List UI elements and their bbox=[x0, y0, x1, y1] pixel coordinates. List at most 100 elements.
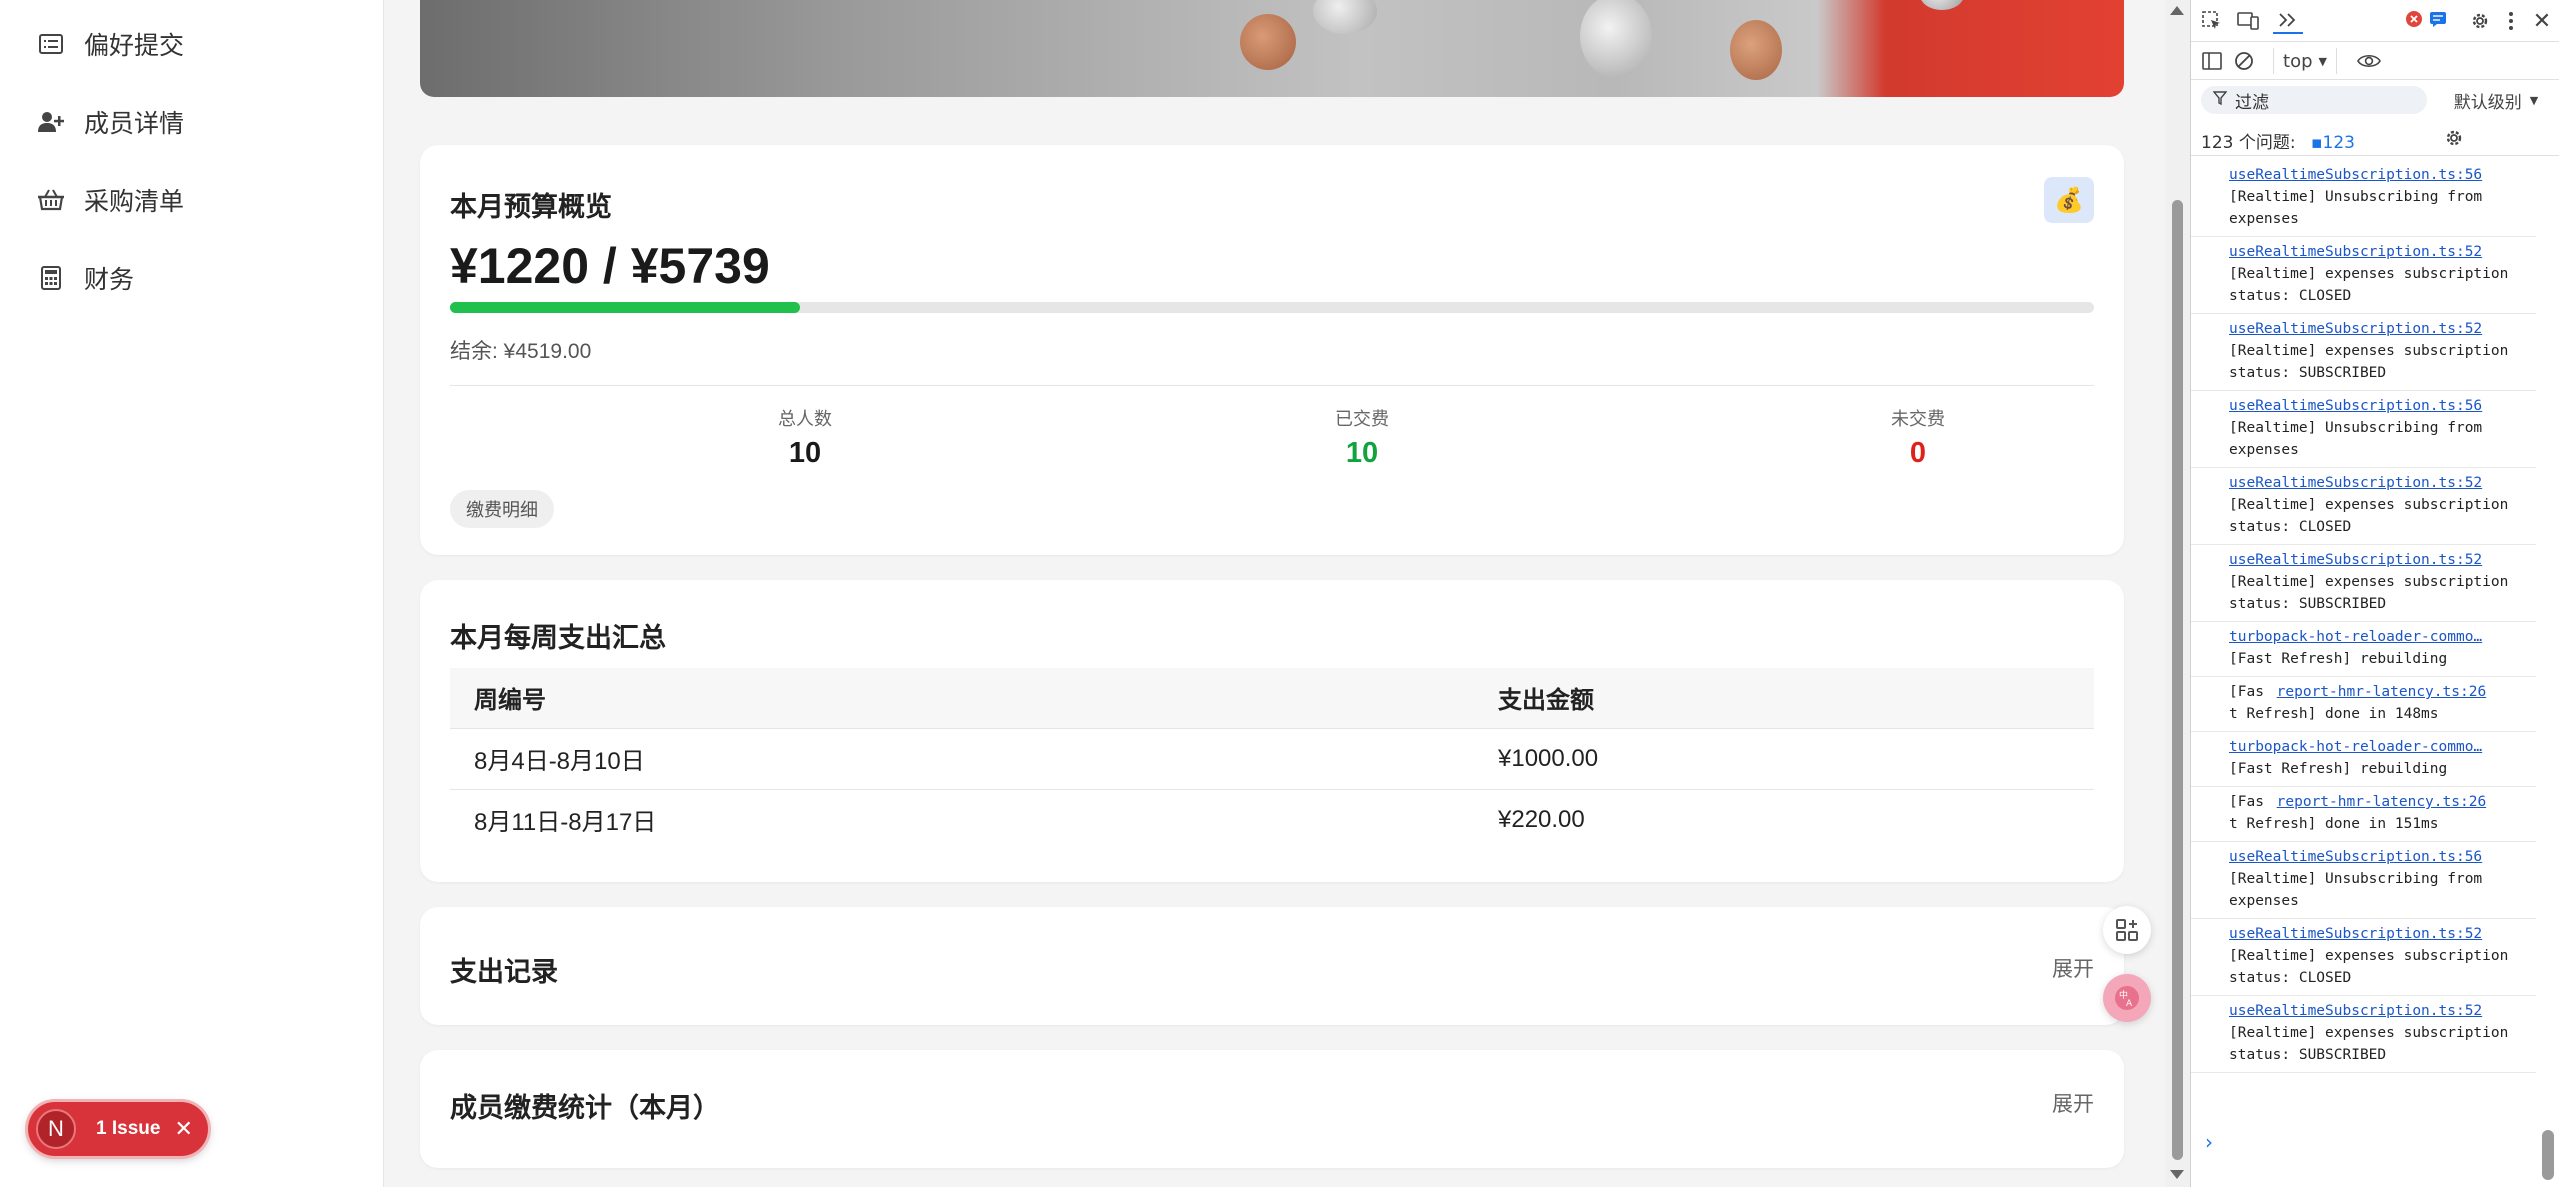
member-payment-card: 成员缴费统计（本月） 展开 bbox=[420, 1050, 2124, 1168]
log-message: [Fast Refresh] rebuilding bbox=[2229, 651, 2448, 667]
nextjs-issue-badge[interactable]: N 1 Issue ✕ bbox=[28, 1102, 208, 1156]
close-icon[interactable]: ✕ bbox=[174, 1116, 192, 1142]
console-log-entry: useRealtimeSubscription.ts:52 [Realtime] … bbox=[2191, 314, 2536, 391]
log-message: [Realtime] Unsubscribing from expenses bbox=[2229, 189, 2483, 227]
console-tab-icon[interactable] bbox=[2273, 8, 2303, 34]
issues-bar: 123 个问题: ▪123 bbox=[2191, 120, 2559, 156]
table-header-row: 周编号 支出金额 bbox=[450, 668, 2094, 729]
budget-total: ¥1220 / ¥5739 bbox=[450, 238, 770, 294]
budget-remaining: 结余: ¥4519.00 bbox=[450, 340, 592, 363]
source-link[interactable]: report-hmr-latency.ts:26 bbox=[2273, 684, 2487, 700]
live-expression-eye-icon[interactable] bbox=[2353, 48, 2385, 74]
console-toolbar: top ▼ bbox=[2191, 42, 2559, 80]
console-log-entry: useRealtimeSubscription.ts:52 [Realtime] … bbox=[2191, 545, 2536, 622]
console-log-entry: useRealtimeSubscription.ts:52 [Realtime] … bbox=[2191, 996, 2536, 1073]
context-value: top bbox=[2283, 50, 2313, 72]
device-toolbar-icon[interactable] bbox=[2235, 8, 2261, 34]
source-link[interactable]: useRealtimeSubscription.ts:56 bbox=[2229, 846, 2536, 868]
sidebar-toggle-icon[interactable] bbox=[2199, 48, 2225, 74]
issues-count: 123 bbox=[2322, 133, 2355, 153]
stat-total-members: 总人数 10 bbox=[675, 405, 935, 470]
card-title: 本月每周支出汇总 bbox=[450, 623, 666, 653]
column-header: 支出金额 bbox=[1474, 668, 2094, 729]
console-log-entry: turbopack-hot-reloader-commo… [Fast Refre… bbox=[2191, 732, 2536, 787]
source-link[interactable]: useRealtimeSubscription.ts:52 bbox=[2229, 549, 2536, 571]
apps-add-icon[interactable] bbox=[2103, 906, 2151, 954]
source-link[interactable]: useRealtimeSubscription.ts:52 bbox=[2229, 241, 2536, 263]
console-log-entry: useRealtimeSubscription.ts:56 [Realtime] … bbox=[2191, 160, 2536, 237]
log-message: [Fast Refresh] rebuilding bbox=[2229, 761, 2448, 777]
stat-label: 已交费 bbox=[1335, 409, 1389, 429]
issues-message-icon: ▪ bbox=[2311, 133, 2323, 153]
source-link[interactable]: useRealtimeSubscription.ts:56 bbox=[2229, 164, 2536, 186]
chevron-down-icon: ▼ bbox=[2529, 93, 2539, 107]
source-link[interactable]: useRealtimeSubscription.ts:52 bbox=[2229, 923, 2536, 945]
stat-label: 总人数 bbox=[778, 409, 832, 429]
source-link[interactable]: turbopack-hot-reloader-commo… bbox=[2229, 736, 2536, 758]
stat-value: 10 bbox=[788, 437, 822, 469]
scroll-up-icon[interactable] bbox=[2170, 6, 2184, 15]
devtools-panel: ✕ top ▼ 过滤 默认级别 ▼ 123 个问题: ▪123 useRealt… bbox=[2190, 0, 2559, 1187]
log-prefix: [Fas bbox=[2229, 684, 2273, 700]
stat-value: 10 bbox=[1345, 437, 1379, 469]
banner-image bbox=[420, 0, 2124, 97]
source-link[interactable]: useRealtimeSubscription.ts:52 bbox=[2229, 472, 2536, 494]
message-count-icon[interactable] bbox=[2427, 8, 2449, 30]
issue-count-label[interactable]: 1 Issue bbox=[96, 1118, 160, 1140]
console-log-entry: [Fas report-hmr-latency.ts:26 t Refresh] … bbox=[2191, 787, 2536, 842]
log-message: [Realtime] expenses subscription status:… bbox=[2229, 574, 2509, 612]
week-cell: 8月4日-8月10日 bbox=[450, 728, 1474, 790]
more-options-icon[interactable] bbox=[2501, 8, 2521, 34]
issues-settings-icon[interactable] bbox=[2441, 125, 2467, 151]
svg-text:A: A bbox=[2126, 999, 2133, 1009]
expand-button[interactable]: 展开 bbox=[2052, 1088, 2094, 1118]
error-count-icon[interactable] bbox=[2403, 8, 2425, 30]
budget-overview-card: 本月预算概览 💰 ¥1220 / ¥5739 结余: ¥4519.00 总人数 … bbox=[420, 145, 2124, 555]
source-link[interactable]: useRealtimeSubscription.ts:52 bbox=[2229, 1000, 2536, 1022]
budget-progress-bar bbox=[450, 302, 2094, 313]
console-log: useRealtimeSubscription.ts:56 [Realtime] … bbox=[2191, 160, 2536, 1073]
page-scrollbar[interactable] bbox=[2165, 0, 2190, 1187]
scrollbar-thumb[interactable] bbox=[2172, 200, 2183, 1160]
stat-paid: 已交费 10 bbox=[1232, 405, 1492, 470]
log-message: [Realtime] Unsubscribing from expenses bbox=[2229, 420, 2483, 458]
scrollbar-thumb[interactable] bbox=[2542, 1130, 2554, 1180]
card-title: 成员缴费统计（本月） bbox=[450, 1093, 720, 1123]
sidebar-item-preferences[interactable]: 偏好提交 bbox=[36, 21, 356, 67]
payment-detail-button[interactable]: 缴费明细 bbox=[450, 490, 554, 528]
console-log-entry: turbopack-hot-reloader-commo… [Fast Refre… bbox=[2191, 622, 2536, 677]
log-message: [Realtime] Unsubscribing from expenses bbox=[2229, 871, 2483, 909]
log-message: [Realtime] expenses subscription status:… bbox=[2229, 1025, 2509, 1063]
expand-button[interactable]: 展开 bbox=[2052, 953, 2094, 983]
source-link[interactable]: turbopack-hot-reloader-commo… bbox=[2229, 626, 2536, 648]
log-level-select[interactable]: 默认级别 ▼ bbox=[2441, 86, 2551, 114]
amount-cell: ¥220.00 bbox=[1498, 805, 1585, 833]
money-bag-icon: 💰 bbox=[2044, 177, 2094, 223]
source-link[interactable]: report-hmr-latency.ts:26 bbox=[2273, 794, 2487, 810]
log-message: t Refresh] done in 151ms bbox=[2229, 816, 2439, 832]
weekly-expense-table: 周编号 支出金额 8月4日-8月10日 ¥1000.00 8月11日-8月17日… bbox=[450, 668, 2094, 850]
source-link[interactable]: useRealtimeSubscription.ts:56 bbox=[2229, 395, 2536, 417]
translate-icon[interactable]: 中A bbox=[2103, 974, 2151, 1022]
settings-gear-icon[interactable] bbox=[2467, 8, 2493, 34]
close-devtools-icon[interactable]: ✕ bbox=[2529, 8, 2555, 34]
inspect-element-icon[interactable] bbox=[2199, 8, 2225, 34]
console-log-entry: useRealtimeSubscription.ts:52 [Realtime] … bbox=[2191, 468, 2536, 545]
source-link[interactable]: useRealtimeSubscription.ts:52 bbox=[2229, 318, 2536, 340]
context-select[interactable]: top ▼ bbox=[2273, 48, 2337, 74]
budget-progress-fill bbox=[450, 302, 800, 313]
console-filter-input[interactable]: 过滤 bbox=[2201, 86, 2427, 114]
console-prompt[interactable]: › bbox=[2205, 1130, 2213, 1154]
table-row: 8月4日-8月10日 ¥1000.00 bbox=[450, 728, 2094, 790]
sidebar-item-members[interactable]: 成员详情 bbox=[36, 99, 356, 145]
clear-console-icon[interactable] bbox=[2231, 48, 2257, 74]
column-header: 周编号 bbox=[450, 668, 1474, 729]
console-scrollbar[interactable] bbox=[2536, 160, 2559, 1187]
expense-records-card: 支出记录 展开 bbox=[420, 907, 2124, 1025]
issues-summary[interactable]: 123 个问题: ▪123 bbox=[2201, 128, 2355, 153]
calculator-icon bbox=[36, 263, 66, 293]
week-cell: 8月11日-8月17日 bbox=[474, 809, 657, 837]
scroll-down-icon[interactable] bbox=[2170, 1170, 2184, 1179]
sidebar-item-purchases[interactable]: 采购清单 bbox=[36, 177, 356, 223]
sidebar-item-finance[interactable]: 财务 bbox=[36, 255, 356, 301]
